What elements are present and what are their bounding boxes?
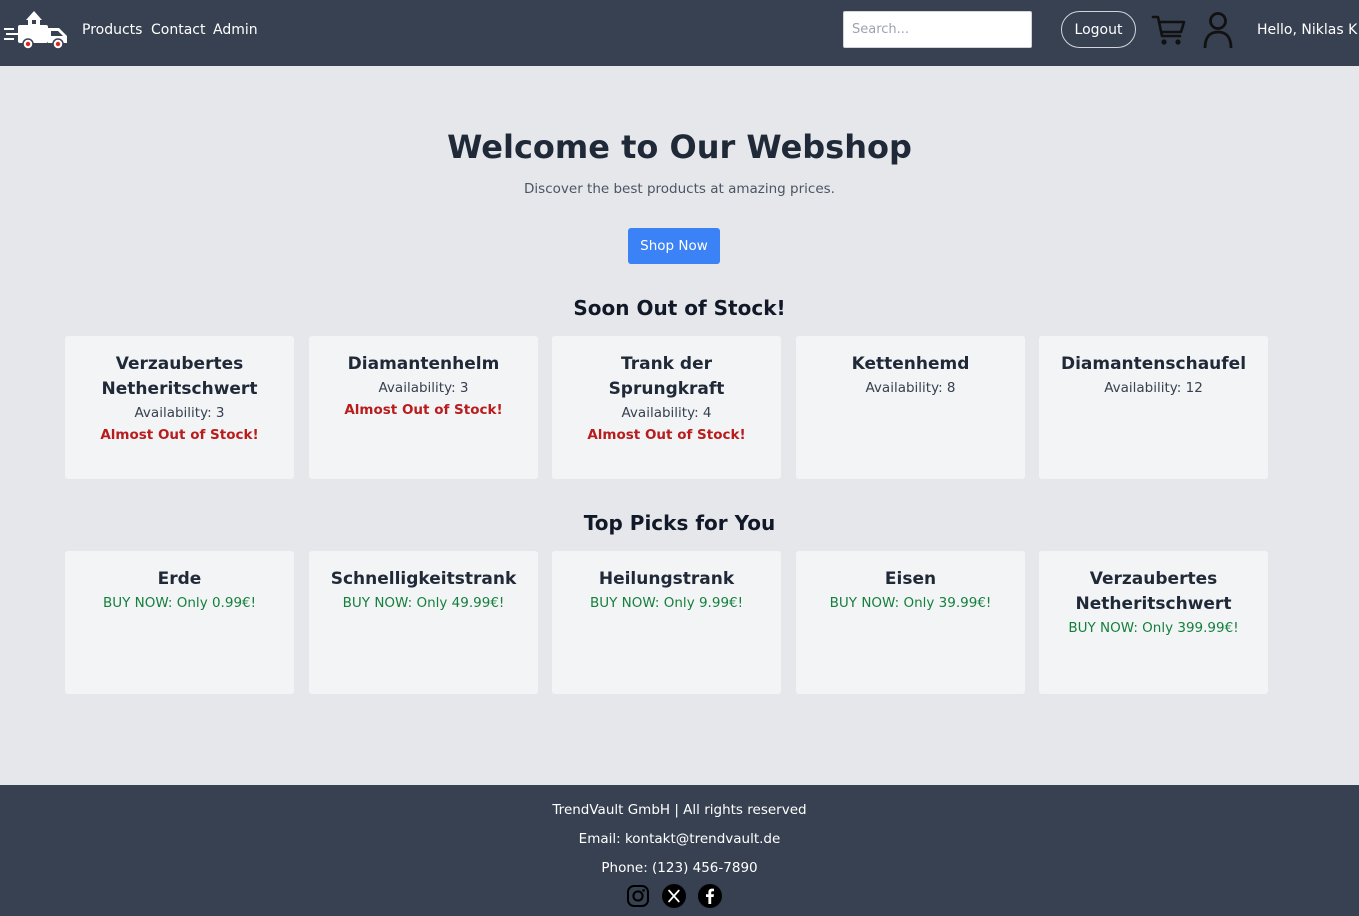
product-card[interactable]: Verzaubertes Netheritschwert Availabilit… [65,336,294,479]
footer-email[interactable]: Email: kontakt@trendvault.de [0,829,1359,849]
product-name: Diamantenhelm [347,354,500,374]
product-price: BUY NOW: Only 9.99€! [589,595,744,611]
product-availability: Availability: 3 [134,405,225,421]
product-card[interactable]: Eisen BUY NOW: Only 39.99€! [796,551,1025,694]
product-name: Schnelligkeitstrank [330,569,517,589]
product-card[interactable]: Schnelligkeitstrank BUY NOW: Only 49.99€… [309,551,538,694]
product-card[interactable]: Heilungstrank BUY NOW: Only 9.99€! [552,551,781,694]
product-availability: Availability: 4 [621,405,712,421]
product-price: BUY NOW: Only 49.99€! [342,595,505,611]
hero-title: Welcome to Our Webshop [447,128,912,166]
nav-products-link[interactable]: Products [82,20,142,40]
footer-copyright: TrendVault GmbH | All rights reserved [552,802,807,818]
product-name: Verzaubertes Netheritschwert [1075,569,1232,614]
product-name: Verzaubertes Netheritschwert [101,354,258,399]
stock-warning: Almost Out of Stock! [344,402,503,418]
product-name: Trank der Sprungkraft [608,354,725,399]
shopping-cart-icon[interactable] [1151,12,1187,48]
stock-warning: Almost Out of Stock! [100,427,259,443]
product-price: BUY NOW: Only 399.99€! [1068,620,1239,636]
product-name: Kettenhemd [851,354,970,374]
top-picks-heading: Top Picks for You [583,511,776,535]
top-navbar: Products Contact Admin Logout Hello, Nik… [0,0,1359,66]
product-card[interactable]: Erde BUY NOW: Only 0.99€! [65,551,294,694]
product-card[interactable]: Verzaubertes Netheritschwert BUY NOW: On… [1039,551,1268,694]
nav-contact-link[interactable]: Contact [151,20,205,40]
product-card[interactable]: Kettenhemd Availability: 8 [796,336,1025,479]
product-card[interactable]: Diamantenschaufel Availability: 12 [1039,336,1268,479]
shop-now-button[interactable]: Shop Now [628,228,720,264]
x-icon[interactable] [662,884,686,908]
product-card[interactable]: Trank der Sprungkraft Availability: 4 Al… [552,336,781,479]
product-price: BUY NOW: Only 39.99€! [829,595,992,611]
soon-out-of-stock-heading: Soon Out of Stock! [573,296,786,320]
product-name: Diamantenschaufel [1060,354,1247,374]
product-card[interactable]: Diamantenhelm Availability: 3 Almost Out… [309,336,538,479]
search-input[interactable] [843,11,1032,48]
product-name: Eisen [884,569,937,589]
facebook-icon[interactable] [698,884,722,908]
hero-subtitle: Discover the best products at amazing pr… [524,181,835,197]
product-availability: Availability: 8 [865,380,956,396]
nav-admin-link[interactable]: Admin [213,20,258,40]
stock-warning: Almost Out of Stock! [587,427,746,443]
instagram-icon[interactable] [626,884,650,908]
user-profile-icon[interactable] [1202,11,1234,49]
delivery-truck-logo-icon[interactable] [4,8,70,52]
logout-button[interactable]: Logout [1061,11,1136,48]
product-name: Erde [157,569,202,589]
product-availability: Availability: 3 [378,380,469,396]
product-name: Heilungstrank [598,569,735,589]
product-price: BUY NOW: Only 0.99€! [102,595,257,611]
user-greeting: Hello, Niklas K! [1257,22,1359,38]
footer-phone: Phone: (123) 456-7890 [601,860,758,876]
product-availability: Availability: 12 [1104,380,1203,396]
